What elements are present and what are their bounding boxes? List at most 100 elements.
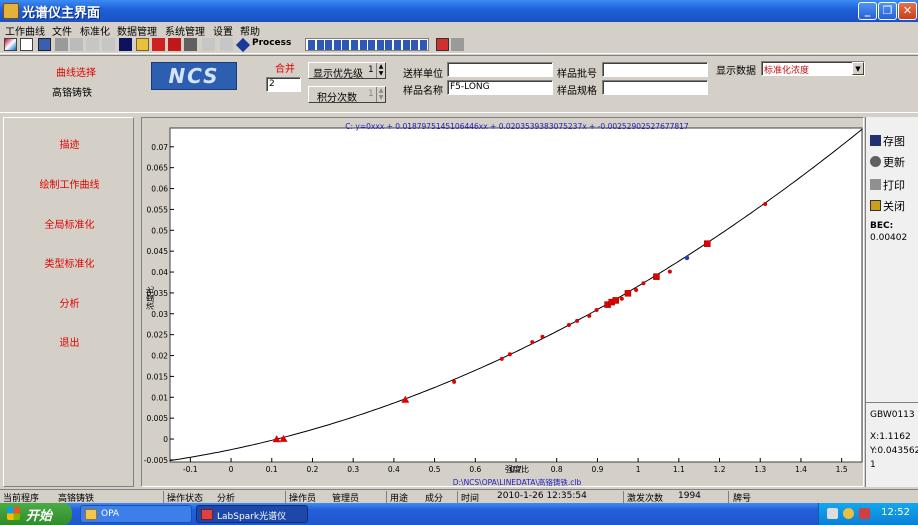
- data-point: [540, 334, 545, 339]
- close-button[interactable]: ✕: [898, 2, 917, 20]
- close-panel-button[interactable]: 关闭: [870, 198, 905, 214]
- data-point: [452, 379, 457, 384]
- y-tick-label: 0.06: [151, 185, 168, 194]
- batch-input[interactable]: [602, 62, 708, 77]
- status-divider: [623, 491, 624, 503]
- data-point: [507, 352, 512, 357]
- curve-name[interactable]: 高铬铸铁: [52, 84, 92, 99]
- sample-name-input[interactable]: F5-LONG: [447, 80, 553, 95]
- start-button[interactable]: 开始: [0, 503, 72, 525]
- y-tick-label: 0.03: [151, 310, 168, 319]
- save-image-button[interactable]: 存图: [870, 133, 905, 149]
- priority-button[interactable]: 显示优先级 1 ▲ ▼: [308, 62, 386, 80]
- tools-icon[interactable]: [38, 38, 51, 51]
- edit-icon[interactable]: [86, 38, 99, 51]
- x-tick-label: 0: [229, 465, 234, 474]
- display-data-select[interactable]: 标准化浓度 ▼: [761, 61, 865, 76]
- pin-icon[interactable]: [451, 38, 464, 51]
- curve-file-path: D:\NCS\OPA\LINEDATA\高铬铸铁.clb: [453, 477, 582, 487]
- menu-file[interactable]: 文件: [52, 23, 72, 38]
- progress-segment: [342, 40, 350, 50]
- progress-segment: [411, 40, 419, 50]
- dropdown-arrow-icon[interactable]: ▼: [852, 62, 864, 75]
- analyze-button[interactable]: 分析: [4, 295, 135, 310]
- data-point: [634, 287, 639, 292]
- progress-segment: [402, 40, 410, 50]
- list-icon[interactable]: [202, 38, 215, 51]
- document-icon[interactable]: [20, 38, 33, 51]
- copy-icon[interactable]: [70, 38, 83, 51]
- print-button[interactable]: 打印: [870, 177, 905, 193]
- priority-spinner[interactable]: ▲ ▼: [376, 63, 385, 78]
- type-standardize-button[interactable]: 类型标准化: [4, 255, 135, 270]
- integration-value: 1: [368, 89, 374, 99]
- task-labspark-label: LabSpark光谱仪: [217, 512, 287, 522]
- exit-button[interactable]: 退出: [4, 334, 135, 349]
- y-tick-label: 0.01: [151, 393, 168, 402]
- open-folder-icon[interactable]: [136, 38, 149, 51]
- tray-app-icon[interactable]: [843, 508, 854, 519]
- plot-area[interactable]: [169, 127, 863, 463]
- title-bar: 光谱仪主界面 _ ❐ ✕: [0, 0, 918, 22]
- trace-button[interactable]: 描迹: [4, 136, 135, 151]
- left-function-panel: 描迹 绘制工作曲线 全局标准化 类型标准化 分析 退出: [3, 117, 134, 487]
- export-icon[interactable]: [152, 38, 165, 51]
- menu-data-management[interactable]: 数据管理: [117, 23, 157, 38]
- windows-logo-icon: [7, 507, 20, 520]
- menu-system-management[interactable]: 系统管理: [165, 23, 205, 38]
- flag-icon[interactable]: [436, 38, 449, 51]
- save-red-icon[interactable]: [168, 38, 181, 51]
- right-tool-panel: 存图 更新 打印 关闭 BEC: 0.00402 GBW0113 X:1.116…: [865, 117, 918, 487]
- update-button[interactable]: 更新: [870, 154, 905, 170]
- extra-readout: 1: [870, 460, 876, 470]
- data-point: [763, 201, 768, 206]
- status-divider: [285, 491, 286, 503]
- task-opa[interactable]: OPA: [80, 505, 192, 523]
- draw-curve-button[interactable]: 绘制工作曲线: [4, 176, 135, 191]
- spec-label: 样品规格: [557, 86, 597, 97]
- sender-input[interactable]: [447, 62, 553, 77]
- security-icon[interactable]: [859, 508, 870, 519]
- x-tick-label: 0.2: [307, 465, 319, 474]
- integration-button[interactable]: 积分次数 1 ▲ ▼: [308, 86, 386, 104]
- minimize-button[interactable]: _: [858, 2, 877, 20]
- data-point: [667, 269, 672, 274]
- network-icon[interactable]: [827, 508, 838, 519]
- divider: [866, 402, 918, 403]
- task-labspark[interactable]: LabSpark光谱仪: [196, 505, 308, 523]
- integration-spinner[interactable]: ▲ ▼: [376, 87, 385, 102]
- toolbar: Process: [0, 37, 918, 54]
- print-icon[interactable]: [184, 38, 197, 51]
- process-progress-bar: [305, 38, 429, 51]
- y-tick-label: 0.02: [151, 352, 168, 361]
- data-point: [594, 308, 599, 313]
- x-tick-label: -0.1: [183, 465, 198, 474]
- menu-bar: 工作曲线 文件 标准化 数据管理 系统管理 设置 帮助: [0, 22, 918, 38]
- menu-settings[interactable]: 设置: [213, 23, 233, 38]
- data-point: [587, 313, 592, 318]
- spec-input[interactable]: [602, 80, 708, 95]
- y-tick-label: 0.045: [147, 247, 169, 256]
- progress-segment: [316, 40, 324, 50]
- data-point: [530, 340, 535, 345]
- stop-icon[interactable]: [55, 38, 68, 51]
- curve-equation: C: y=0xxx + 0.0187975145106446xx + 0.020…: [345, 122, 689, 131]
- save-icon[interactable]: [119, 38, 132, 51]
- menu-standardize[interactable]: 标准化: [80, 23, 110, 38]
- global-standardize-button[interactable]: 全局标准化: [4, 216, 135, 231]
- progress-segment: [333, 40, 341, 50]
- x-tick-label: 0.5: [429, 465, 441, 474]
- data-point-square: [612, 297, 619, 304]
- chart-icon[interactable]: [4, 38, 17, 51]
- maximize-button[interactable]: ❐: [878, 2, 897, 20]
- menu-work-curve[interactable]: 工作曲线: [5, 23, 45, 38]
- x-tick-label: 0.9: [591, 465, 603, 474]
- priority-value: 1: [368, 65, 374, 75]
- menu-help[interactable]: 帮助: [240, 23, 260, 38]
- display-data-label: 显示数据: [716, 66, 756, 77]
- merge-input[interactable]: 2: [266, 77, 301, 92]
- grid-icon[interactable]: [220, 38, 233, 51]
- disk-gray-icon[interactable]: [102, 38, 115, 51]
- data-point-square: [704, 240, 711, 247]
- calibration-chart-svg[interactable]: C: y=0xxx + 0.0187975145106446xx + 0.020…: [142, 118, 865, 488]
